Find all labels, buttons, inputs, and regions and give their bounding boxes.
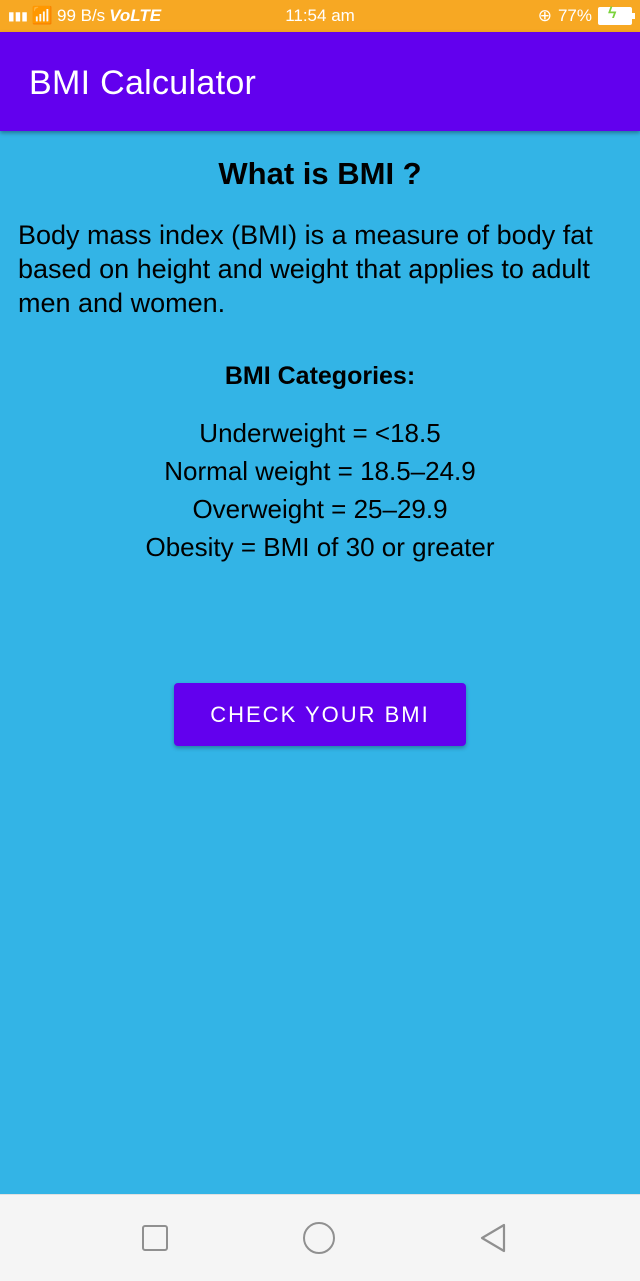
home-icon	[303, 1222, 335, 1254]
categories-heading: BMI Categories:	[224, 362, 416, 390]
app-bar: BMI Calculator	[0, 32, 640, 131]
categories-list: Underweight = <18.5 Normal weight = 18.5…	[0, 414, 640, 566]
recents-icon	[142, 1225, 168, 1251]
recents-button[interactable]	[138, 1221, 172, 1255]
bmi-description: Body mass index (BMI) is a measure of bo…	[18, 220, 593, 318]
lock-rotation-icon: ⊕	[537, 6, 552, 25]
battery-percent: 77%	[557, 6, 592, 25]
page-heading: What is BMI ?	[218, 156, 422, 191]
app-title: BMI Calculator	[29, 64, 257, 102]
back-icon	[480, 1223, 506, 1253]
status-right: ⊕ 77% ϟ	[537, 5, 635, 26]
category-item: Underweight = <18.5	[199, 418, 441, 448]
check-bmi-button[interactable]: CHECK YOUR BMI	[174, 683, 466, 746]
category-item: Normal weight = 18.5–24.9	[164, 456, 476, 486]
category-item: Obesity = BMI of 30 or greater	[145, 532, 495, 562]
battery-icon: ϟ	[598, 5, 635, 25]
status-bar: ▮▮▮ 📶 99 B/s VoLTE 11:54 am ⊕ 77% ϟ	[0, 0, 640, 32]
category-item: Overweight = 25–29.9	[192, 494, 448, 524]
back-button[interactable]	[476, 1221, 510, 1255]
home-button[interactable]	[302, 1221, 336, 1255]
system-nav-bar	[0, 1194, 640, 1281]
